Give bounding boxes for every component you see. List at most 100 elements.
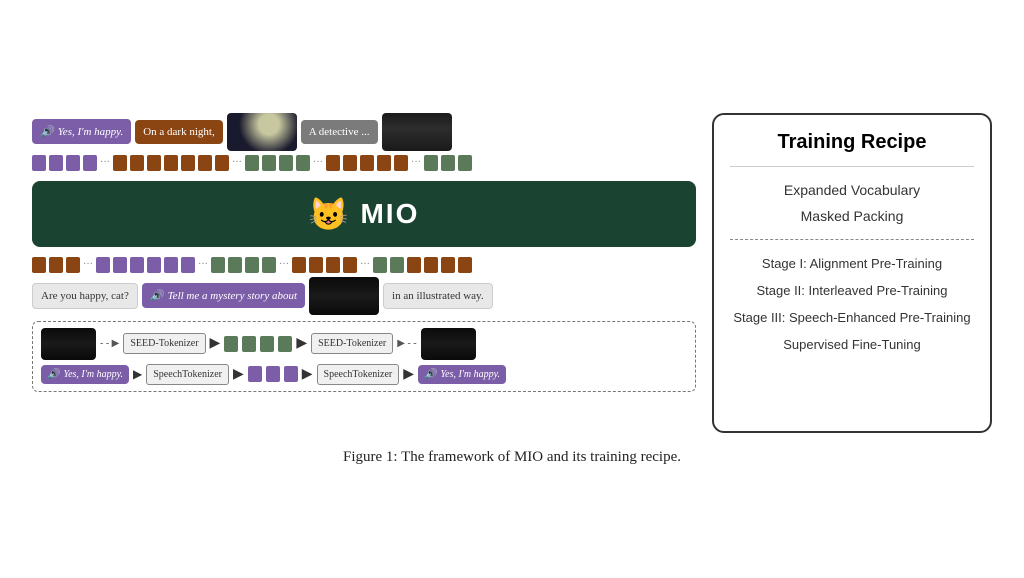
dots: ··· <box>198 259 208 270</box>
speech-tokenizer-row: 🔊 Yes, I'm happy. ▶ SpeechTokenizer ▶ ▶ … <box>41 364 687 385</box>
token-block <box>147 155 161 171</box>
dashed-arrow-left: - - ▶ <box>100 338 119 349</box>
output-speech-box: 🔊 Tell me a mystery story about <box>142 283 305 308</box>
recipe-item-expanded-vocab: Expanded Vocabulary <box>730 177 974 203</box>
token-block <box>66 155 80 171</box>
token-block <box>245 257 259 273</box>
token-block <box>266 366 280 382</box>
token-block <box>377 155 391 171</box>
input-text1-box: On a dark night, <box>135 120 222 144</box>
dots: ··· <box>360 259 370 270</box>
seed-tokenizer-2-box: SEED-Tokenizer <box>311 333 393 354</box>
tokenizer-section: - - ▶ SEED-Tokenizer ▶ ▶ SEED-Tokenizer … <box>32 321 696 392</box>
recipe-stage-3: Stage III: Speech-Enhanced Pre-Training <box>730 304 974 331</box>
token-block <box>164 257 178 273</box>
token-block <box>248 366 262 382</box>
yes-happy-1: Yes, I'm happy. <box>63 369 123 380</box>
token-block <box>32 257 46 273</box>
dashed-arrow-right: ▶ - - <box>397 338 416 349</box>
token-block <box>278 336 292 352</box>
seed-tokenizer-row: - - ▶ SEED-Tokenizer ▶ ▶ SEED-Tokenizer … <box>41 328 687 360</box>
output-image-seed <box>421 328 476 360</box>
dots: ··· <box>232 157 242 168</box>
recipe-item-masked-packing: Masked Packing <box>730 203 974 229</box>
token-block <box>113 155 127 171</box>
token-block <box>284 366 298 382</box>
arrow-1: ▶ <box>210 335 221 352</box>
mio-box: 😺 MIO <box>32 181 696 247</box>
token-block <box>228 257 242 273</box>
speech-tokenizer-1-box: SpeechTokenizer <box>146 364 229 385</box>
output-text1: Are you happy, cat? <box>41 290 129 302</box>
token-block <box>373 257 387 273</box>
token-block <box>343 257 357 273</box>
recipe-stage-4: Supervised Fine-Tuning <box>730 331 974 358</box>
figure-caption: Figure 1: The framework of MIO and its t… <box>343 449 681 466</box>
token-block <box>49 155 63 171</box>
arrow-3: ▶ <box>133 367 142 382</box>
mio-cat-icon: 😺 <box>309 195 349 233</box>
output-speech-token-box: 🔊 Yes, I'm happy. <box>418 365 506 384</box>
token-block <box>390 257 404 273</box>
token-block <box>181 257 195 273</box>
image-detective-2 <box>309 277 379 315</box>
recipe-items-bottom: Stage I: Alignment Pre-Training Stage II… <box>730 240 974 368</box>
token-block <box>211 257 225 273</box>
arrow-6: ▶ <box>403 366 414 383</box>
input-speech-token-box: 🔊 Yes, I'm happy. <box>41 365 129 384</box>
output-text1-box: Are you happy, cat? <box>32 283 138 309</box>
token-block <box>458 257 472 273</box>
token-block <box>326 257 340 273</box>
speech-tokenizer-2: SpeechTokenizer <box>324 369 393 380</box>
token-block <box>441 257 455 273</box>
token-block <box>262 155 276 171</box>
dots: ··· <box>411 157 421 168</box>
input-speech-text: Yes, I'm happy. <box>58 126 124 138</box>
token-block <box>309 257 323 273</box>
token-block <box>424 155 438 171</box>
figure-container: 🔊 Yes, I'm happy. On a dark night, A det… <box>32 113 992 466</box>
seed-tokenizer-1: SEED-Tokenizer <box>130 338 198 349</box>
seed-tokenizer-2: SEED-Tokenizer <box>318 338 386 349</box>
token-block <box>260 336 274 352</box>
image-detective-1 <box>382 113 452 151</box>
token-block <box>181 155 195 171</box>
dots: ··· <box>313 157 323 168</box>
recipe-stage-2: Stage II: Interleaved Pre-Training <box>730 277 974 304</box>
input-text2: A detective ... <box>309 126 370 138</box>
token-block <box>242 336 256 352</box>
output-text2: in an illustrated way. <box>392 290 484 302</box>
token-block <box>458 155 472 171</box>
token-block <box>424 257 438 273</box>
token-block <box>360 155 374 171</box>
recipe-title: Training Recipe <box>730 131 974 167</box>
speaker-icon-3: 🔊 <box>47 369 59 380</box>
token-block <box>262 257 276 273</box>
speaker-icon-4: 🔊 <box>424 369 436 380</box>
mio-title: MIO <box>360 198 419 230</box>
input-text1: On a dark night, <box>143 126 214 138</box>
token-block <box>83 155 97 171</box>
token-block <box>245 155 259 171</box>
token-block <box>32 155 46 171</box>
input-row-1: 🔊 Yes, I'm happy. On a dark night, A det… <box>32 113 696 151</box>
output-text2-box: in an illustrated way. <box>383 283 493 309</box>
main-content: 🔊 Yes, I'm happy. On a dark night, A det… <box>32 113 992 433</box>
token-block <box>49 257 63 273</box>
token-block <box>215 155 229 171</box>
token-block <box>198 155 212 171</box>
token-row-2: ··· ··· ··· ··· <box>32 257 696 273</box>
token-block <box>130 155 144 171</box>
token-block <box>292 257 306 273</box>
arrow-4: ▶ <box>233 366 244 383</box>
token-block <box>279 155 293 171</box>
seed-tokenizer-1-box: SEED-Tokenizer <box>123 333 205 354</box>
dots: ··· <box>279 259 289 270</box>
token-block <box>394 155 408 171</box>
output-row: Are you happy, cat? 🔊 Tell me a mystery … <box>32 277 696 315</box>
diagram-section: 🔊 Yes, I'm happy. On a dark night, A det… <box>32 113 696 392</box>
token-block <box>96 257 110 273</box>
recipe-items-top: Expanded Vocabulary Masked Packing <box>730 167 974 240</box>
output-speech-text: Tell me a mystery story about <box>168 290 297 302</box>
input-speech-box: 🔊 Yes, I'm happy. <box>32 119 131 144</box>
